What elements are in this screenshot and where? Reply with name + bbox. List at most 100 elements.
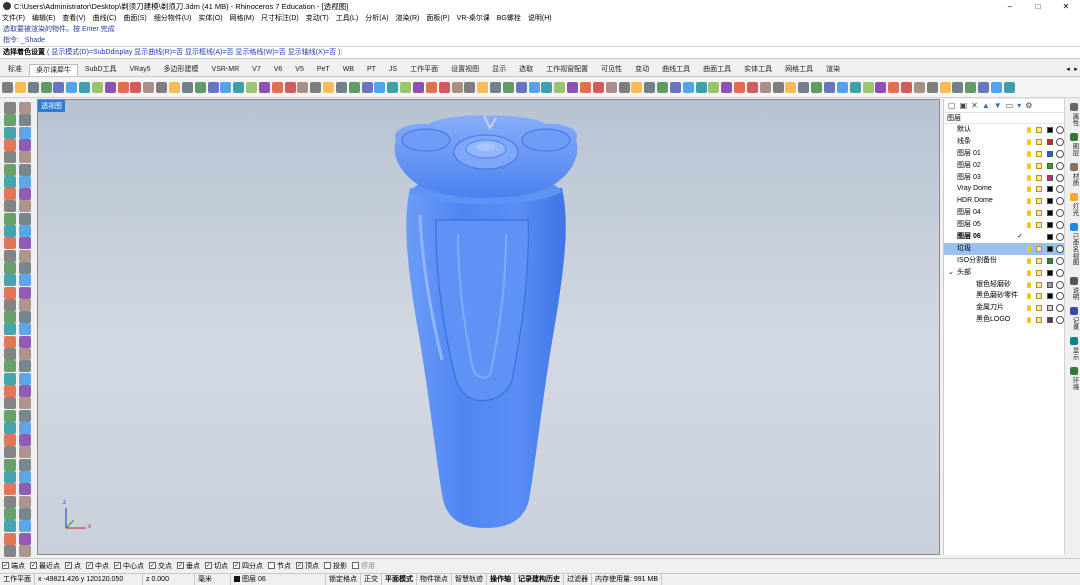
toolbar-tool-icon[interactable] <box>554 82 566 93</box>
toolbar-tool-icon[interactable] <box>220 82 232 93</box>
delete-layer-icon[interactable]: ✕ <box>971 101 978 110</box>
tool-icon[interactable] <box>4 360 16 373</box>
menu-item[interactable]: 分析(A) <box>365 13 388 23</box>
toolbar-tool-icon[interactable] <box>592 82 604 93</box>
toolbar-tool-icon[interactable] <box>400 82 412 93</box>
layer-row[interactable]: 图层 04 <box>944 207 1064 219</box>
tool-icon[interactable] <box>19 200 31 213</box>
toolbar-tool-icon[interactable] <box>1003 82 1015 93</box>
toolbar-tab[interactable]: 多边形建模 <box>158 64 205 76</box>
toolbar-tool-icon[interactable] <box>965 82 977 93</box>
layer-color-swatch[interactable] <box>1047 138 1053 145</box>
toolbar-tool-icon[interactable] <box>181 82 193 93</box>
lock-icon[interactable] <box>1036 269 1042 276</box>
layer-name[interactable]: 线条 <box>957 136 971 148</box>
layer-name[interactable]: 图层 03 <box>957 172 981 184</box>
toolbar-tool-icon[interactable] <box>990 82 1002 93</box>
toolbar-tab[interactable]: WB <box>337 64 360 76</box>
visibility-bulb-icon[interactable] <box>1027 317 1031 324</box>
tool-icon[interactable] <box>4 298 16 311</box>
material-icon[interactable] <box>1056 173 1064 182</box>
visibility-bulb-icon[interactable] <box>1027 293 1031 300</box>
menu-item[interactable]: 编辑(E) <box>32 13 55 23</box>
move-down-icon[interactable]: ▼ <box>994 101 1002 110</box>
perspective-viewport[interactable]: 透视图 z x <box>37 99 940 555</box>
toolbar-tool-icon[interactable] <box>515 82 527 93</box>
layer-color-swatch[interactable] <box>1047 317 1053 324</box>
layer-name[interactable]: 头部 <box>957 267 971 279</box>
toolbar-tool-icon[interactable] <box>875 82 887 93</box>
layer-row[interactable]: 黑色磨砂零件 <box>944 290 1064 302</box>
tab-scroll-right-icon[interactable]: ▸ <box>1072 64 1080 76</box>
layer-row[interactable]: 图层 01 <box>944 148 1064 160</box>
toolbar-tool-icon[interactable] <box>862 82 874 93</box>
toolbar-tool-icon[interactable] <box>618 82 630 93</box>
minimize-button[interactable]: – <box>996 2 1024 11</box>
toolbar-tool-icon[interactable] <box>824 82 835 93</box>
lock-icon[interactable] <box>1036 138 1042 145</box>
tool-icon[interactable] <box>19 471 31 483</box>
lock-icon[interactable] <box>1036 305 1042 312</box>
tool-icon[interactable] <box>19 372 31 385</box>
toolbar-tool-icon[interactable] <box>40 82 52 93</box>
toolbar-tool-icon[interactable] <box>721 82 733 93</box>
osnap-option[interactable]: ✓ 中心点 <box>114 561 144 571</box>
tool-icon[interactable] <box>4 397 16 410</box>
status-units[interactable]: 毫米 <box>195 573 231 585</box>
toolbar-tab[interactable]: V5 <box>289 64 310 76</box>
toolbar-tool-icon[interactable] <box>579 82 591 93</box>
lock-icon[interactable] <box>1036 186 1042 193</box>
status-toggle[interactable]: 锁定格点 <box>326 573 361 585</box>
tool-icon[interactable] <box>19 409 31 422</box>
tool-icon[interactable] <box>19 544 31 557</box>
visibility-bulb-icon[interactable] <box>1027 305 1031 312</box>
toolbar-tab[interactable]: 桌尔课犀牛 <box>29 64 78 76</box>
toolbar-tool-icon[interactable] <box>246 82 258 93</box>
tool-icon[interactable] <box>4 483 16 496</box>
lock-icon[interactable] <box>1036 245 1042 252</box>
toolbar-tool-icon[interactable] <box>451 82 463 93</box>
toolbar-tool-icon[interactable] <box>66 82 78 93</box>
tool-icon[interactable] <box>19 237 31 250</box>
tool-icon[interactable] <box>4 311 16 324</box>
status-toggle[interactable]: 平面模式 <box>382 573 417 585</box>
tool-icon[interactable] <box>19 348 31 360</box>
toolbar-tool-icon[interactable] <box>952 82 964 93</box>
toolbar-tab[interactable]: 选取 <box>513 64 539 76</box>
layer-row[interactable]: 线条 <box>944 136 1064 148</box>
osnap-checkbox[interactable]: ✓ <box>30 562 37 569</box>
toolbar-tool-icon[interactable] <box>271 82 283 93</box>
toolbar-tool-icon[interactable] <box>888 82 900 93</box>
toolbar-tab[interactable]: 变动 <box>629 64 655 76</box>
side-panel-tab[interactable]: 材质 <box>1067 163 1079 186</box>
layer-name[interactable]: 银色轻磨砂 <box>976 279 1011 291</box>
layer-color-swatch[interactable] <box>1047 269 1053 276</box>
tool-icon[interactable] <box>4 507 16 520</box>
osnap-option[interactable]: ✓ 点 <box>65 561 81 571</box>
tool-icon[interactable] <box>4 446 16 459</box>
layer-row[interactable]: 金属刀片 <box>944 302 1064 314</box>
toolbar-tool-icon[interactable] <box>374 82 386 93</box>
tool-icon[interactable] <box>19 335 31 348</box>
new-sublayer-icon[interactable]: ▣ <box>960 101 968 110</box>
toolbar-tool-icon[interactable] <box>605 82 617 93</box>
toolbar-tool-icon[interactable] <box>387 82 399 93</box>
toolbar-tab[interactable]: 标准 <box>2 64 28 76</box>
tool-icon[interactable] <box>19 212 31 225</box>
tool-icon[interactable] <box>19 114 31 127</box>
tool-icon[interactable] <box>4 335 16 348</box>
layer-name[interactable]: 图层 01 <box>957 148 981 160</box>
tool-icon[interactable] <box>19 323 31 336</box>
tool-icon[interactable] <box>19 311 31 324</box>
toolbar-tab[interactable]: 设置视图 <box>445 64 485 76</box>
osnap-option[interactable]: ✓ 垂点 <box>177 561 200 571</box>
toolbar-tool-icon[interactable] <box>14 82 26 93</box>
tool-icon[interactable] <box>19 188 31 201</box>
osnap-option[interactable]: ✓ 四分点 <box>233 561 263 571</box>
lock-icon[interactable] <box>1036 198 1042 205</box>
tool-icon[interactable] <box>4 163 16 176</box>
osnap-option[interactable]: ✓ 最近点 <box>30 561 60 571</box>
lock-icon[interactable] <box>1036 281 1042 288</box>
filter-icon[interactable]: ▾ <box>1017 101 1021 110</box>
status-layer[interactable]: 图层 06 <box>231 573 326 585</box>
